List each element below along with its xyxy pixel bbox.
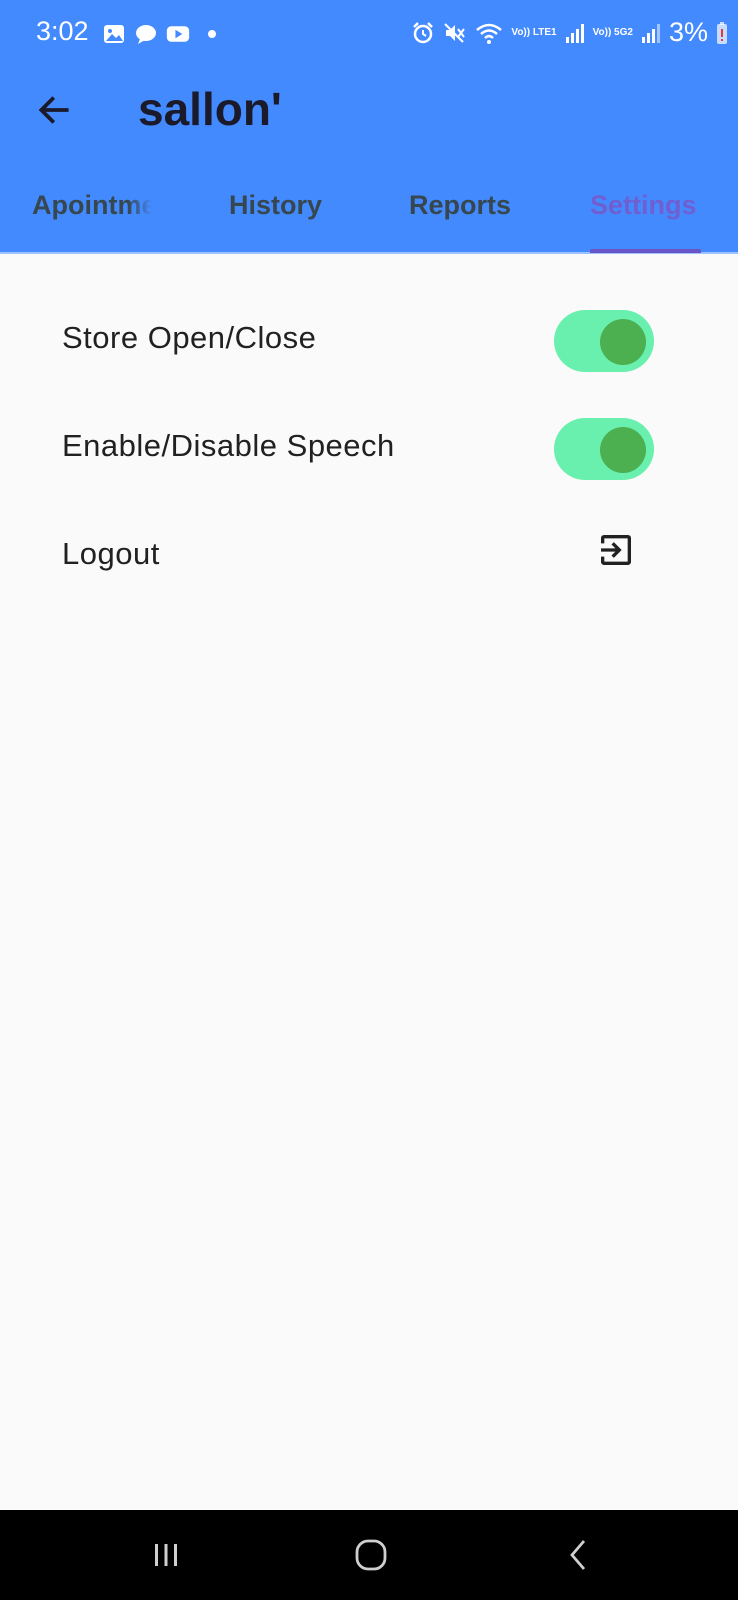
notification-icons [102, 22, 216, 46]
store-open-close-switch[interactable] [554, 310, 654, 372]
switch-thumb [600, 319, 646, 365]
home-button[interactable] [341, 1530, 401, 1580]
tab-settings[interactable]: Settings [590, 190, 697, 254]
mute-icon [444, 22, 466, 43]
home-icon [355, 1539, 387, 1571]
signal-icon [641, 23, 660, 43]
tab-reports[interactable]: Reports [409, 190, 511, 254]
recents-button[interactable] [136, 1530, 196, 1580]
app-header: 3:02 Vo)) LTE1 Vo)) 5G2 3% sallon' Apoin… [0, 0, 738, 254]
logout-icon[interactable] [596, 530, 636, 570]
back-nav-button[interactable] [548, 1530, 608, 1580]
alarm-icon [413, 21, 434, 43]
gallery-icon [104, 25, 124, 43]
page-title: sallon' [138, 83, 282, 135]
tab-apointments[interactable]: Apointments [32, 190, 152, 254]
tab-bar: Apointments History Reports Settings [0, 178, 738, 254]
back-button[interactable] [30, 86, 78, 134]
battery-percent: 3% [668, 17, 708, 47]
enable-disable-speech-label: Enable/Disable Speech [62, 428, 395, 463]
system-nav-bar [0, 1510, 738, 1600]
youtube-icon [166, 26, 190, 42]
battery-icon [717, 21, 727, 44]
setting-enable-disable-speech: Enable/Disable Speech [0, 394, 738, 502]
switch-thumb [600, 427, 646, 473]
arrow-back-icon [38, 96, 69, 124]
system-icons: Vo)) LTE1 Vo)) 5G2 3% [411, 17, 728, 48]
more-notifications-dot [208, 30, 216, 38]
chat-icon [136, 25, 156, 44]
setting-store-open-close: Store Open/Close [0, 286, 738, 394]
back-icon [570, 1540, 586, 1570]
tab-indicator [590, 249, 701, 253]
setting-logout[interactable]: Logout [0, 502, 738, 610]
store-open-close-label: Store Open/Close [62, 320, 317, 355]
recents-icon [155, 1544, 177, 1566]
status-bar: 3:02 Vo)) LTE1 Vo)) 5G2 3% [0, 0, 738, 72]
signal-icon [565, 23, 584, 43]
wifi-icon [476, 23, 503, 44]
network-label-2: Vo)) 5G2 [592, 26, 633, 38]
status-time: 3:02 [36, 16, 89, 46]
logout-label: Logout [62, 536, 160, 571]
network-label-1: Vo)) LTE1 [511, 26, 557, 38]
enable-disable-speech-switch[interactable] [554, 418, 654, 480]
tab-history[interactable]: History [229, 190, 322, 254]
